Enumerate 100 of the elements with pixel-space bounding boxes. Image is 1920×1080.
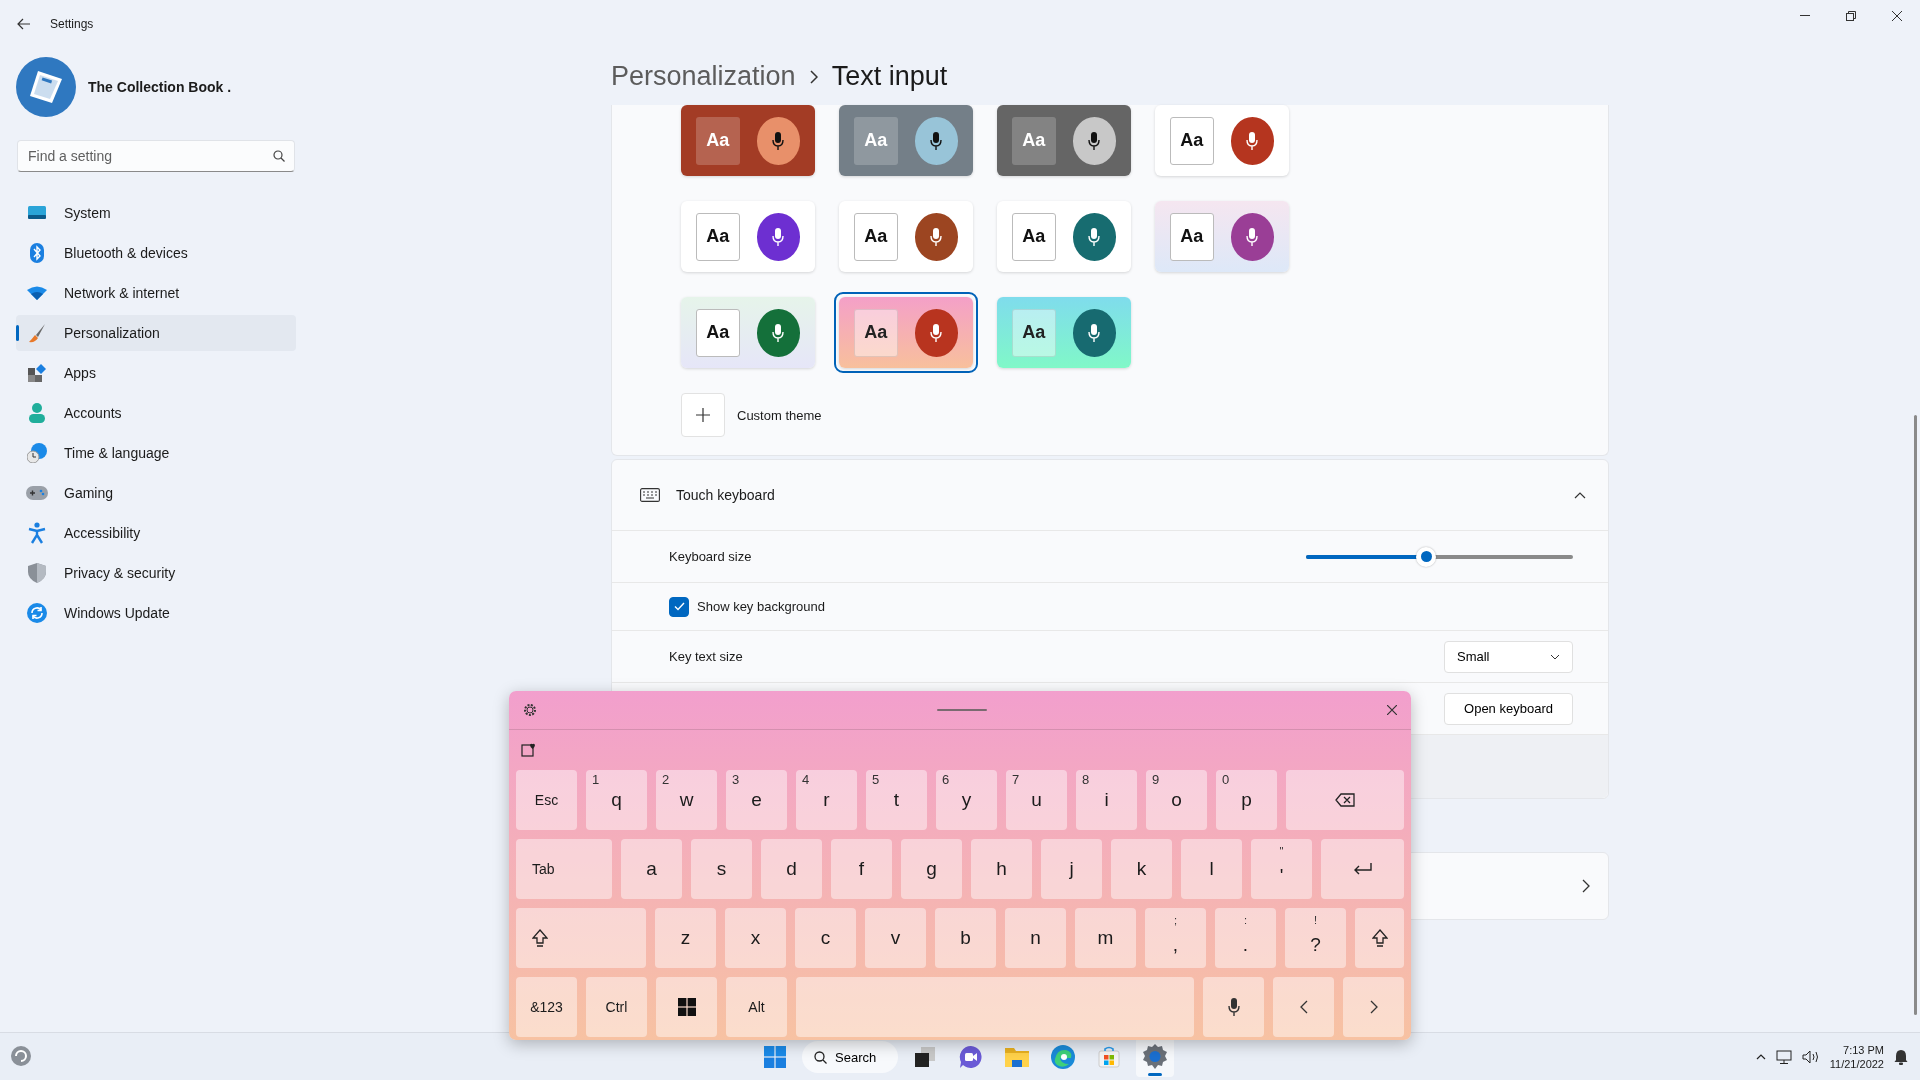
key[interactable]: Ctrl <box>586 977 647 1037</box>
key[interactable]: 7 u <box>1006 770 1067 830</box>
search-icon <box>814 1050 827 1064</box>
key-hint: 3 <box>732 772 740 787</box>
key[interactable]: : . <box>1215 908 1276 968</box>
key[interactable]: Tab <box>516 839 612 899</box>
enter-icon <box>1352 862 1373 876</box>
key[interactable]: a <box>621 839 682 899</box>
key-hint: " <box>1278 845 1285 857</box>
chevron-up-icon[interactable] <box>1755 1054 1766 1060</box>
key[interactable]: 5 t <box>866 770 927 830</box>
folder-icon <box>1005 1046 1029 1068</box>
speaker-icon[interactable] <box>1801 1050 1820 1064</box>
windows-key[interactable] <box>656 977 717 1037</box>
close-icon <box>1892 11 1902 21</box>
shift-icon <box>1371 929 1388 947</box>
key[interactable]: Esc <box>516 770 577 830</box>
taskbar-search[interactable]: Search <box>802 1041 898 1073</box>
profile-name: The Collection Book . <box>88 79 232 95</box>
key[interactable]: Alt <box>726 977 787 1037</box>
microphone-icon <box>772 323 785 342</box>
key[interactable]: h <box>971 839 1032 899</box>
key[interactable]: &123 <box>516 977 577 1037</box>
settings-button[interactable] <box>521 701 539 719</box>
add-theme-button[interactable] <box>681 393 725 437</box>
nav-item[interactable]: Time & language <box>16 435 296 471</box>
key[interactable]: 9 o <box>1146 770 1207 830</box>
key[interactable]: s <box>691 839 752 899</box>
key[interactable]: k <box>1111 839 1172 899</box>
microphone-key[interactable] <box>1203 977 1264 1037</box>
microphone-icon <box>1227 998 1240 1016</box>
key[interactable]: z <box>655 908 716 968</box>
key[interactable]: n <box>1005 908 1066 968</box>
checkbox[interactable] <box>669 596 689 617</box>
nav-item[interactable]: Apps <box>16 355 296 391</box>
nav-item[interactable]: Windows Update <box>16 595 296 631</box>
search-field[interactable]: Find a setting <box>17 140 295 172</box>
key[interactable]: j <box>1041 839 1102 899</box>
key[interactable]: g <box>901 839 962 899</box>
key-hint: ; <box>1172 914 1179 926</box>
breadcrumb-link[interactable]: Personalization <box>611 61 796 92</box>
scrollbar[interactable] <box>1914 415 1917 1015</box>
theme-tile[interactable]: Aa <box>834 292 978 373</box>
key-hint: 1 <box>592 772 600 787</box>
key[interactable]: 0 p <box>1216 770 1277 830</box>
restore-icon <box>1846 11 1856 21</box>
back-arrow-icon <box>17 18 31 30</box>
microphone-icon <box>930 323 943 342</box>
shield-icon <box>28 563 46 583</box>
text-sample: Aa <box>1012 212 1056 261</box>
windows-logo-icon <box>764 1046 786 1068</box>
key[interactable]: b <box>935 908 996 968</box>
key[interactable]: 3 e <box>726 770 787 830</box>
shift-key[interactable] <box>1355 908 1404 968</box>
key[interactable]: d <box>761 839 822 899</box>
key-hint: 7 <box>1012 772 1020 787</box>
key[interactable]: 8 i <box>1076 770 1137 830</box>
close-button[interactable] <box>1385 703 1399 717</box>
dropdown[interactable]: Small <box>1444 640 1573 673</box>
key[interactable]: v <box>865 908 926 968</box>
key[interactable]: l <box>1181 839 1242 899</box>
nav-item[interactable]: System <box>16 195 296 231</box>
key[interactable]: f <box>831 839 892 899</box>
key[interactable]: c <box>795 908 856 968</box>
open-keyboard-button[interactable]: Open keyboard <box>1444 692 1573 725</box>
key-hint: 9 <box>1152 772 1160 787</box>
text-sample: Aa <box>1012 308 1056 357</box>
gear-icon <box>523 703 537 717</box>
key[interactable]: ; , <box>1145 908 1206 968</box>
wifi-icon <box>27 286 47 300</box>
chevron-down-icon <box>1550 653 1560 660</box>
nav-item[interactable]: Bluetooth & devices <box>16 235 296 271</box>
bell-icon[interactable] <box>1894 1049 1908 1065</box>
nav-item[interactable]: Personalization <box>16 315 296 351</box>
keyboard-size-slider[interactable] <box>1306 546 1573 567</box>
key[interactable]: " ' <box>1251 839 1312 899</box>
key[interactable]: 2 w <box>656 770 717 830</box>
nav-item[interactable]: Network & internet <box>16 275 296 311</box>
text-sample: Aa <box>854 308 898 357</box>
section-title: Touch keyboard <box>676 487 776 503</box>
accessibility-icon <box>28 522 46 544</box>
chevron-icon <box>1574 491 1586 499</box>
key-hint: 5 <box>872 772 880 787</box>
key[interactable]: 1 q <box>586 770 647 830</box>
nav-item[interactable]: Accounts <box>16 395 296 431</box>
nav-item[interactable]: Privacy & security <box>16 555 296 591</box>
setting-label: Key text size <box>669 649 744 664</box>
slider-thumb[interactable] <box>1416 546 1437 567</box>
key[interactable]: 6 y <box>936 770 997 830</box>
key[interactable]: ! ? <box>1285 908 1346 968</box>
nav-item[interactable]: Gaming <box>16 475 296 511</box>
nav-item[interactable]: Accessibility <box>16 515 296 551</box>
monitor-icon[interactable] <box>1775 1049 1792 1065</box>
key[interactable]: m <box>1075 908 1136 968</box>
key[interactable]: x <box>725 908 786 968</box>
bluetooth-icon <box>29 243 45 263</box>
text-sample: Aa <box>696 308 740 357</box>
drag-handle[interactable] <box>937 709 987 711</box>
key[interactable]: 4 r <box>796 770 857 830</box>
clock-time: 7:13 PM <box>1843 1043 1884 1057</box>
